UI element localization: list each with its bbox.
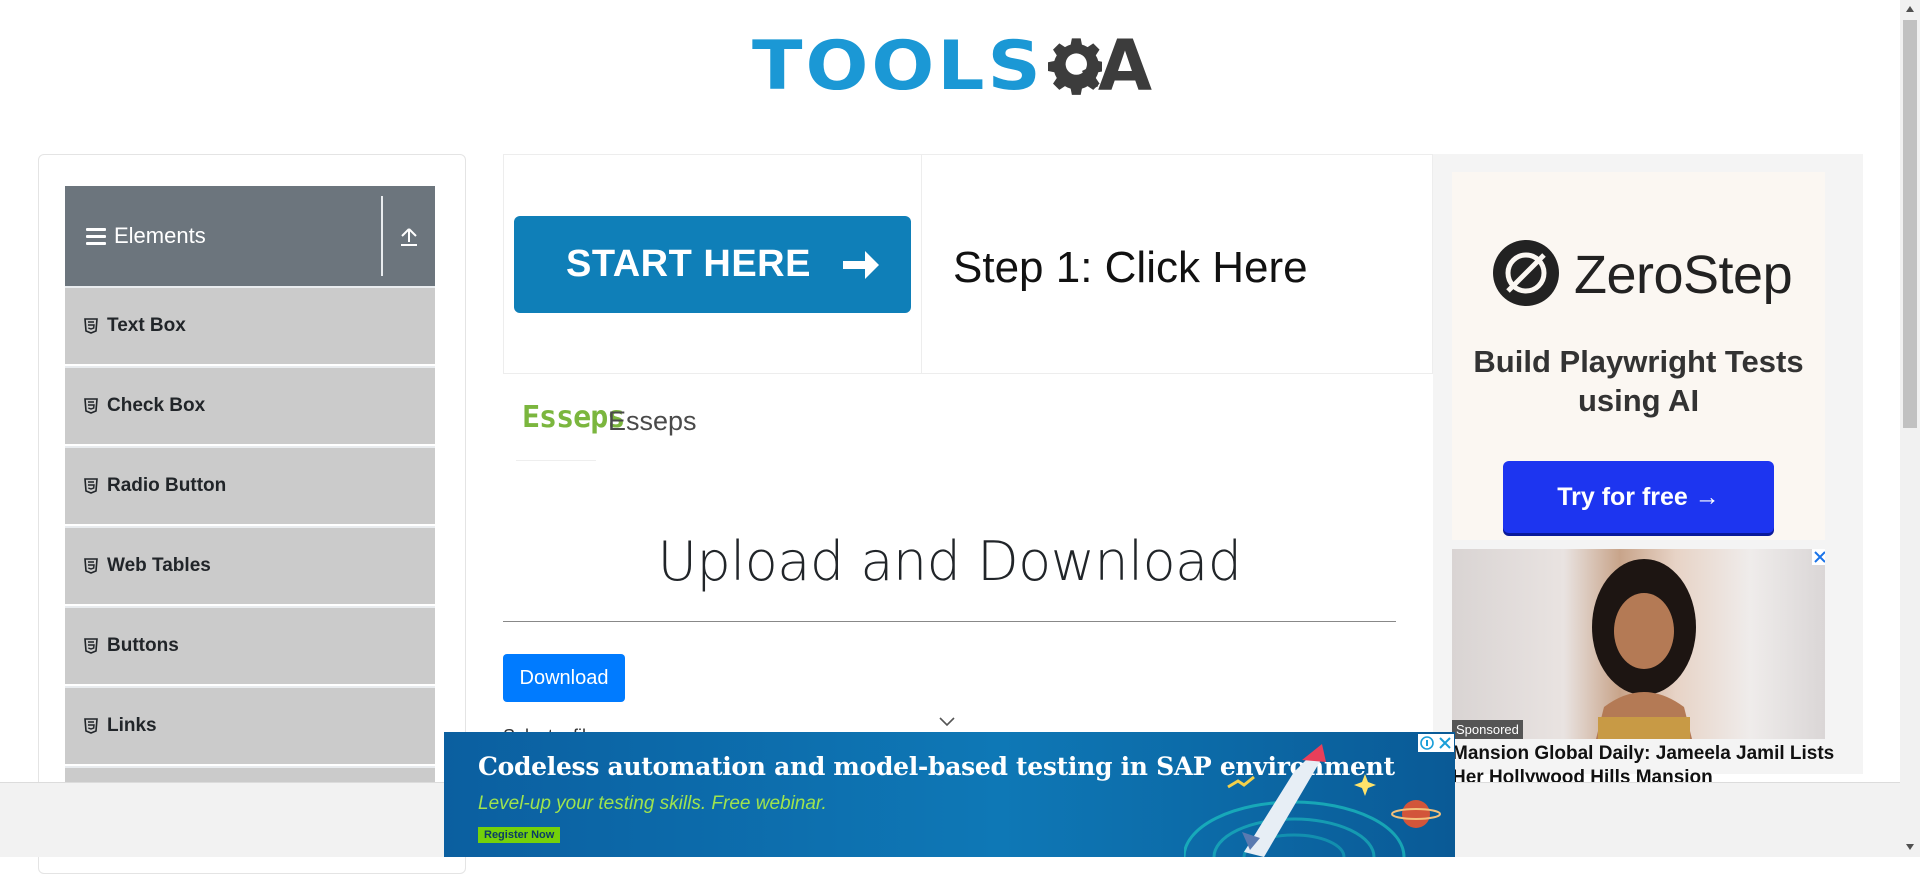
page-title: Upload and Download bbox=[657, 530, 1242, 593]
download-button[interactable]: Download bbox=[503, 654, 625, 702]
scroll-up-arrow-icon[interactable] bbox=[1905, 5, 1915, 13]
start-here-button[interactable]: START HERE bbox=[514, 216, 911, 313]
scrollbar-thumb[interactable] bbox=[1903, 20, 1917, 428]
html5-icon bbox=[84, 318, 98, 334]
zerostep-logo-icon bbox=[1493, 240, 1559, 306]
chevron-down-icon bbox=[939, 717, 955, 727]
toolsqa-logo[interactable]: TOOLS A bbox=[752, 18, 1152, 114]
sidebar-item-buttons[interactable]: Buttons bbox=[65, 606, 435, 684]
elements-group-header[interactable]: Elements bbox=[65, 186, 435, 286]
sidebar-item-web-tables[interactable]: Web Tables bbox=[65, 526, 435, 604]
promo-divider bbox=[921, 155, 922, 373]
start-here-label: START HERE bbox=[566, 243, 811, 285]
adchoices-icon[interactable] bbox=[1418, 734, 1454, 752]
promo-ad[interactable]: START HERE Step 1: Click Here bbox=[503, 154, 1433, 374]
sponsored-badge: Sponsored bbox=[1452, 720, 1523, 739]
html5-icon bbox=[84, 558, 98, 574]
hamburger-icon bbox=[86, 227, 106, 245]
ad-photo[interactable] bbox=[1452, 549, 1825, 739]
sidebar-item-label: Web Tables bbox=[107, 555, 211, 576]
logo-text-a: A bbox=[1097, 25, 1152, 107]
rocket-illustration bbox=[1184, 744, 1441, 857]
close-icon[interactable] bbox=[1812, 549, 1825, 565]
zerostep-brand: ZeroStep bbox=[1574, 245, 1793, 305]
sidebar-item-label: Links bbox=[107, 715, 157, 736]
collapse-up-icon[interactable] bbox=[399, 226, 419, 248]
person-photo bbox=[1592, 559, 1696, 739]
logo-text-tools: TOOLS bbox=[752, 26, 1044, 106]
header-divider bbox=[381, 196, 383, 276]
esseps-name[interactable]: Esseps bbox=[608, 406, 697, 437]
sidebar-item-text-box[interactable]: Text Box bbox=[65, 286, 435, 364]
zerostep-ad[interactable]: ZeroStep Build Playwright Tests using AI… bbox=[1452, 172, 1825, 540]
html5-icon bbox=[84, 398, 98, 414]
html5-icon bbox=[84, 638, 98, 654]
sidebar-item-radio-button[interactable]: Radio Button bbox=[65, 446, 435, 524]
sidebar-item-label: Check Box bbox=[107, 395, 206, 416]
group-title: Elements bbox=[114, 223, 206, 248]
sidebar-item-check-box[interactable]: Check Box bbox=[65, 366, 435, 444]
step-text: Step 1: Click Here bbox=[953, 243, 1308, 292]
scroll-down-arrow-icon[interactable] bbox=[1905, 843, 1915, 851]
right-ad[interactable]: ZeroStep Build Playwright Tests using AI… bbox=[1433, 154, 1863, 788]
html5-icon bbox=[84, 718, 98, 734]
arrow-right-icon bbox=[843, 251, 879, 279]
sidebar-item-label: Buttons bbox=[107, 635, 179, 656]
register-now-button[interactable]: Register Now bbox=[478, 827, 561, 843]
sidebar-item-label: Radio Button bbox=[107, 475, 227, 496]
banner-subtitle: Level-up your testing skills. Free webin… bbox=[478, 793, 827, 814]
esseps-underline bbox=[516, 460, 596, 461]
title-divider bbox=[503, 621, 1396, 622]
zerostep-tagline: Build Playwright Tests using AI bbox=[1473, 344, 1804, 418]
gear-icon bbox=[1047, 38, 1102, 95]
sidebar-item-links[interactable]: Links bbox=[65, 686, 435, 764]
html5-icon bbox=[84, 478, 98, 494]
sidebar-item-label: Text Box bbox=[107, 315, 186, 336]
try-for-free-button[interactable]: Try for free → bbox=[1503, 461, 1774, 533]
bottom-banner-ad[interactable]: Codeless automation and model-based test… bbox=[444, 732, 1455, 857]
